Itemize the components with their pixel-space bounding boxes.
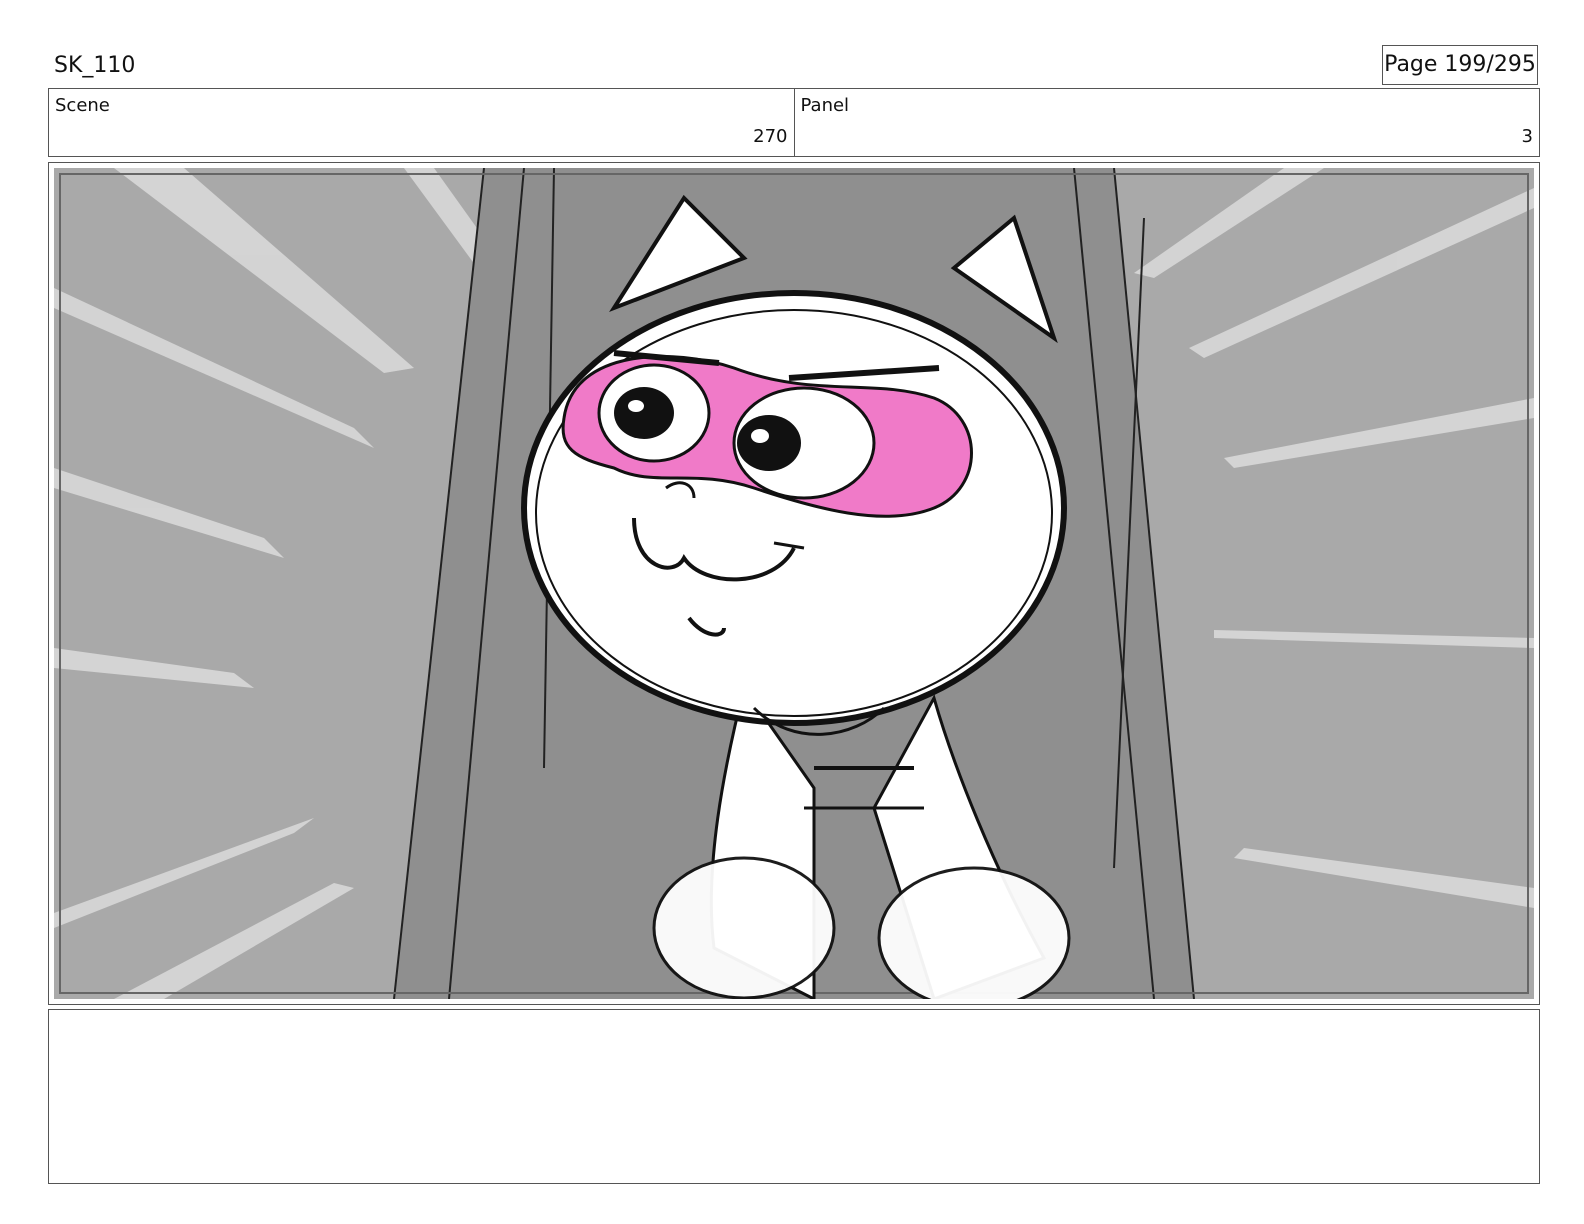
notes-box — [48, 1009, 1540, 1184]
panel-cell: Panel 3 — [793, 89, 1540, 156]
page-number-box: Page 199/295 — [1382, 45, 1538, 85]
storyboard-frame — [48, 162, 1540, 1005]
scene-cell: Scene 270 — [49, 89, 794, 156]
scene-panel-row: Scene 270 Panel 3 — [48, 88, 1540, 157]
scene-label: Scene — [55, 95, 110, 116]
panel-number: 3 — [1521, 126, 1533, 147]
project-code: SK_110 — [54, 53, 136, 78]
panel-label: Panel — [800, 95, 850, 116]
storyboard-sketch-image — [54, 168, 1534, 999]
scene-number: 270 — [753, 126, 788, 147]
